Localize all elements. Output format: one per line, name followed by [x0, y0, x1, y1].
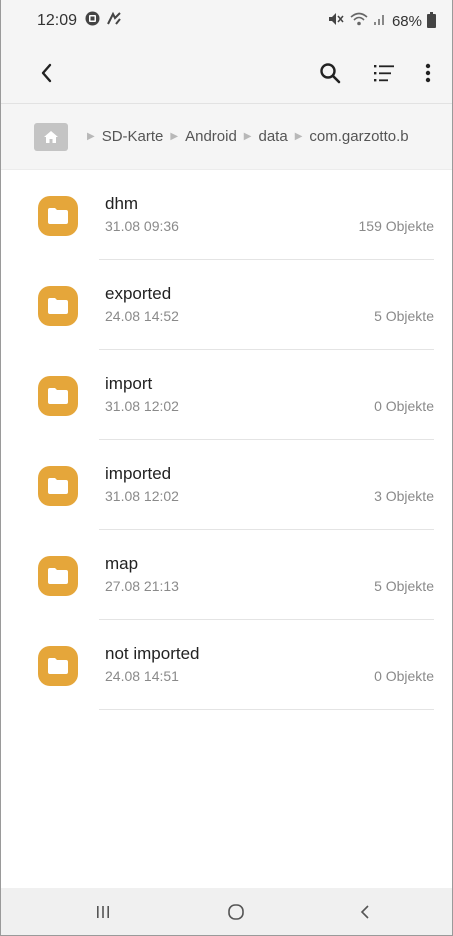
folder-name: dhm — [105, 194, 139, 213]
breadcrumb: ▶ SD-Karte ▶ Android ▶ data ▶ com.garzot… — [1, 104, 452, 170]
folder-item-count: 0 Objekte — [374, 668, 434, 684]
back-arrow-icon — [41, 63, 52, 82]
battery-icon — [427, 12, 436, 28]
folder-name: not imported — [105, 644, 200, 663]
battery-percent: 68% — [391, 12, 422, 30]
folder-date: 31.08 12:02 — [105, 488, 179, 504]
nav-back-button[interactable] — [345, 892, 385, 932]
mute-icon — [327, 12, 345, 30]
more-vertical-icon — [425, 63, 431, 82]
app-toolbar — [1, 42, 452, 104]
breadcrumb-item-package[interactable]: com.garzotto.b — [309, 128, 408, 145]
folder-name: import — [105, 374, 153, 393]
status-bar: 12:09 68% — [1, 0, 452, 42]
folder-name: imported — [105, 464, 172, 483]
sort-button[interactable] — [366, 55, 402, 91]
divider — [99, 709, 434, 710]
folder-item-count: 5 Objekte — [374, 308, 434, 324]
status-time: 12:09 — [37, 12, 78, 29]
home-icon[interactable] — [34, 122, 68, 151]
home-button[interactable] — [216, 892, 256, 932]
chevron-right-icon: ▶ — [294, 131, 303, 142]
wifi-icon — [350, 12, 368, 30]
folder-row[interactable]: not imported 24.08 14:51 0 Objekte — [1, 620, 452, 710]
folder-date: 31.08 12:02 — [105, 398, 179, 414]
folder-date: 24.08 14:52 — [105, 308, 179, 324]
folder-item-count: 0 Objekte — [374, 398, 434, 414]
home-circle-icon — [228, 904, 244, 920]
breadcrumb-item-android[interactable]: Android — [185, 128, 237, 145]
folder-item-count: 5 Objekte — [374, 578, 434, 594]
folder-icon — [38, 646, 78, 686]
recent-apps-icon — [97, 906, 109, 918]
folder-icon — [38, 376, 78, 416]
recent-apps-button[interactable] — [83, 892, 123, 932]
folder-name: exported — [105, 284, 172, 303]
breadcrumb-item-sd-karte[interactable]: SD-Karte — [102, 128, 164, 145]
folder-row[interactable]: dhm 31.08 09:36 159 Objekte — [1, 170, 452, 260]
folder-icon — [38, 556, 78, 596]
folder-icon — [38, 466, 78, 506]
nav-back-icon — [360, 905, 369, 919]
folder-item-count: 159 Objekte — [358, 218, 435, 234]
more-options-button[interactable] — [410, 55, 446, 91]
folder-date: 31.08 09:36 — [105, 218, 179, 234]
folder-name: map — [105, 554, 139, 573]
folder-icon — [38, 196, 78, 236]
search-button[interactable] — [312, 55, 348, 91]
system-nav-bar — [1, 888, 452, 935]
chevron-right-icon: ▶ — [243, 131, 252, 142]
folder-item-count: 3 Objekte — [374, 488, 434, 504]
notification-icon — [85, 11, 100, 31]
screen: 12:09 68% ▶ SD-Karte ▶ Android ▶ data ▶ … — [0, 0, 453, 936]
breadcrumb-item-data[interactable]: data — [259, 128, 288, 145]
search-icon — [320, 62, 341, 83]
chevron-right-icon: ▶ — [87, 131, 95, 142]
sort-list-icon — [374, 64, 394, 81]
folder-row[interactable]: map 27.08 21:13 5 Objekte — [1, 530, 452, 620]
folder-list: dhm 31.08 09:36 159 Objekte exported 24.… — [1, 170, 452, 710]
signal-icon — [373, 12, 387, 30]
folder-date: 27.08 21:13 — [105, 578, 179, 594]
folder-row[interactable]: import 31.08 12:02 0 Objekte — [1, 350, 452, 440]
folder-row[interactable]: imported 31.08 12:02 3 Objekte — [1, 440, 452, 530]
folder-date: 24.08 14:51 — [105, 668, 179, 684]
app-notification-icon — [106, 11, 122, 31]
back-button[interactable] — [29, 55, 65, 91]
folder-row[interactable]: exported 24.08 14:52 5 Objekte — [1, 260, 452, 350]
folder-icon — [38, 286, 78, 326]
chevron-right-icon: ▶ — [170, 131, 179, 142]
